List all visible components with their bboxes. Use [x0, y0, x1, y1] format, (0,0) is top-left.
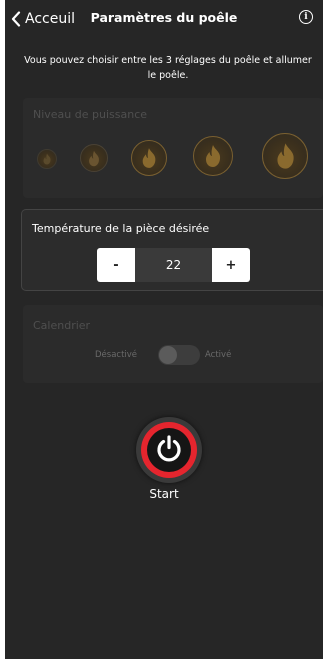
temperature-title: Température de la pièce désirée	[32, 222, 210, 235]
flame-icon	[42, 153, 52, 165]
power-level-5[interactable]	[262, 133, 308, 179]
calendar-toggle-row: Désactivé Activé	[23, 345, 323, 365]
stove-settings-screen: Acceuil Paramètres du poêle i Vous pouve…	[5, 0, 323, 659]
flame-icon	[87, 150, 101, 167]
calendar-toggle[interactable]	[158, 345, 200, 365]
flame-icon	[140, 147, 158, 169]
toggle-off-label: Désactivé	[95, 350, 138, 360]
temperature-value[interactable]: 22	[135, 248, 212, 282]
power-level-1[interactable]	[37, 149, 57, 169]
intro-text: Vous pouvez choisir entre les 3 réglages…	[24, 55, 312, 81]
increase-temperature-button[interactable]: +	[212, 248, 250, 282]
temperature-stepper: - 22 +	[97, 248, 250, 282]
power-level-card: Niveau de puissance	[23, 98, 323, 198]
power-level-selector	[23, 98, 323, 198]
toggle-on-label: Activé	[205, 350, 232, 360]
info-icon[interactable]: i	[299, 10, 313, 24]
start-button-ring	[141, 422, 197, 478]
decrease-temperature-button[interactable]: -	[97, 248, 135, 282]
calendar-title: Calendrier	[33, 319, 91, 332]
start-label: Start	[149, 487, 179, 501]
power-level-2[interactable]	[80, 144, 108, 172]
power-level-3[interactable]	[131, 140, 167, 176]
temperature-card: Température de la pièce désirée - 22 +	[21, 209, 323, 291]
start-button[interactable]	[136, 417, 202, 483]
start-button-center	[147, 428, 191, 472]
power-icon	[154, 433, 184, 467]
header: Acceuil Paramètres du poêle i	[5, 0, 323, 38]
flame-icon	[203, 144, 223, 168]
calendar-card: Calendrier Désactivé Activé	[23, 305, 323, 383]
toggle-knob	[159, 346, 177, 364]
page-title: Paramètres du poêle	[90, 10, 238, 25]
flame-icon	[274, 142, 297, 170]
power-level-4[interactable]	[193, 136, 233, 176]
